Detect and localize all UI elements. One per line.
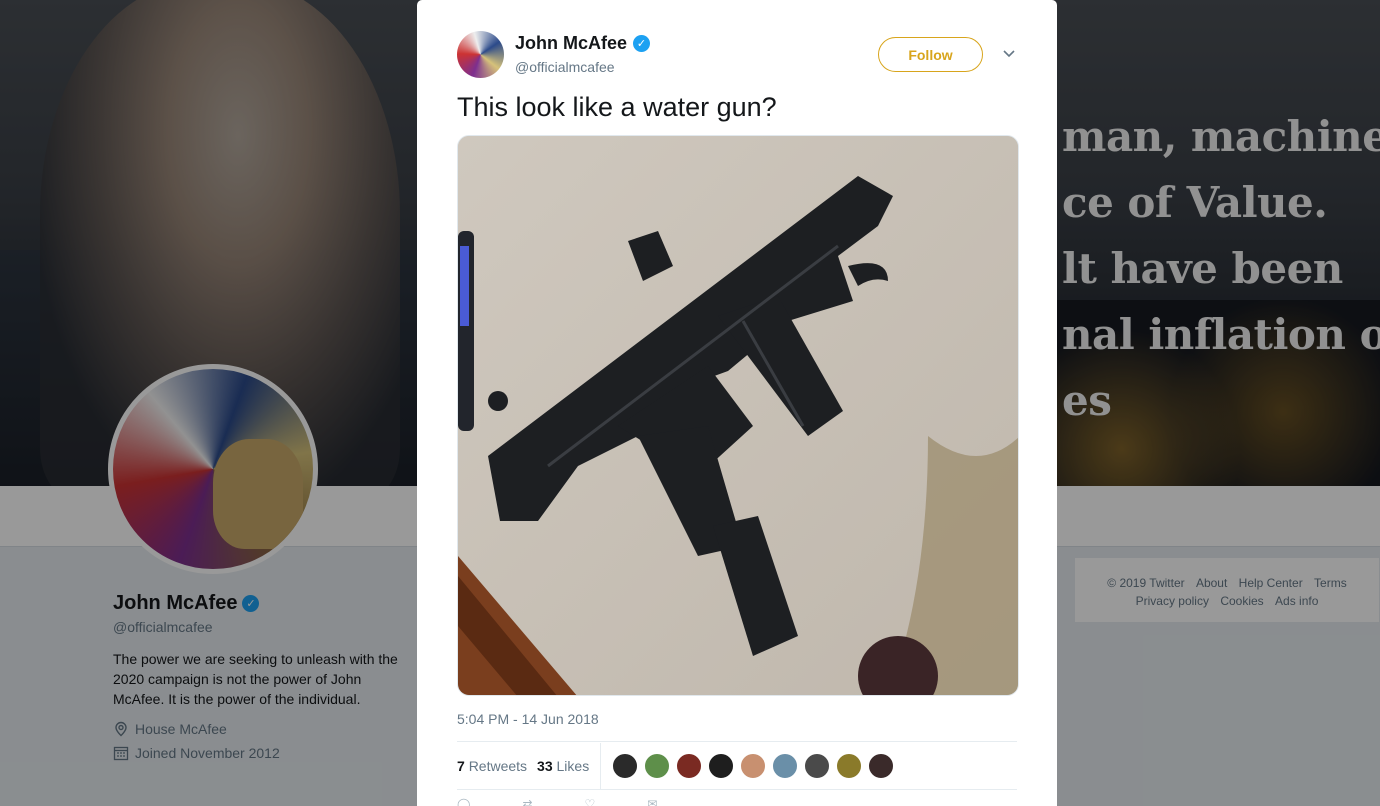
photo-illustration bbox=[458, 136, 1018, 695]
message-icon[interactable]: ✉ bbox=[647, 797, 657, 806]
tweet-header: John McAfee ✓ @officialmcafee bbox=[457, 31, 651, 78]
tweet-modal: John McAfee ✓ @officialmcafee Follow Thi… bbox=[417, 0, 1057, 806]
tweet-author-avatar[interactable] bbox=[457, 31, 504, 78]
tweet-timestamp[interactable]: 5:04 PM - 14 Jun 2018 bbox=[457, 711, 599, 727]
liker-avatar[interactable] bbox=[868, 752, 895, 779]
tweet-text: This look like a water gun? bbox=[457, 92, 777, 122]
tweet-actions: ◯ ⇄ ♡ ✉ bbox=[457, 797, 657, 806]
likes-stat[interactable]: 33 Likes bbox=[537, 758, 589, 774]
liker-avatar[interactable] bbox=[740, 752, 767, 779]
follow-button[interactable]: Follow bbox=[878, 37, 983, 72]
liker-avatar[interactable] bbox=[836, 752, 863, 779]
retweet-icon[interactable]: ⇄ bbox=[522, 797, 532, 806]
retweets-stat[interactable]: 7 Retweets bbox=[457, 758, 527, 774]
tweet-author-name[interactable]: John McAfee ✓ bbox=[515, 33, 651, 54]
likers-avatars bbox=[612, 752, 895, 779]
stats-divider bbox=[600, 742, 602, 789]
reply-icon[interactable]: ◯ bbox=[457, 797, 470, 806]
tweet-author-handle[interactable]: @officialmcafee bbox=[515, 59, 650, 75]
liker-avatar[interactable] bbox=[772, 752, 799, 779]
liker-avatar[interactable] bbox=[676, 752, 703, 779]
tweet-photo[interactable] bbox=[457, 135, 1019, 696]
liker-avatar[interactable] bbox=[612, 752, 639, 779]
verified-icon: ✓ bbox=[633, 35, 651, 52]
chevron-down-icon[interactable] bbox=[1000, 44, 1018, 62]
liker-avatar[interactable] bbox=[804, 752, 831, 779]
liker-avatar[interactable] bbox=[708, 752, 735, 779]
like-icon[interactable]: ♡ bbox=[585, 797, 596, 806]
liker-avatar[interactable] bbox=[644, 752, 671, 779]
tweet-stats: 7 Retweets 33 Likes bbox=[457, 741, 1017, 790]
